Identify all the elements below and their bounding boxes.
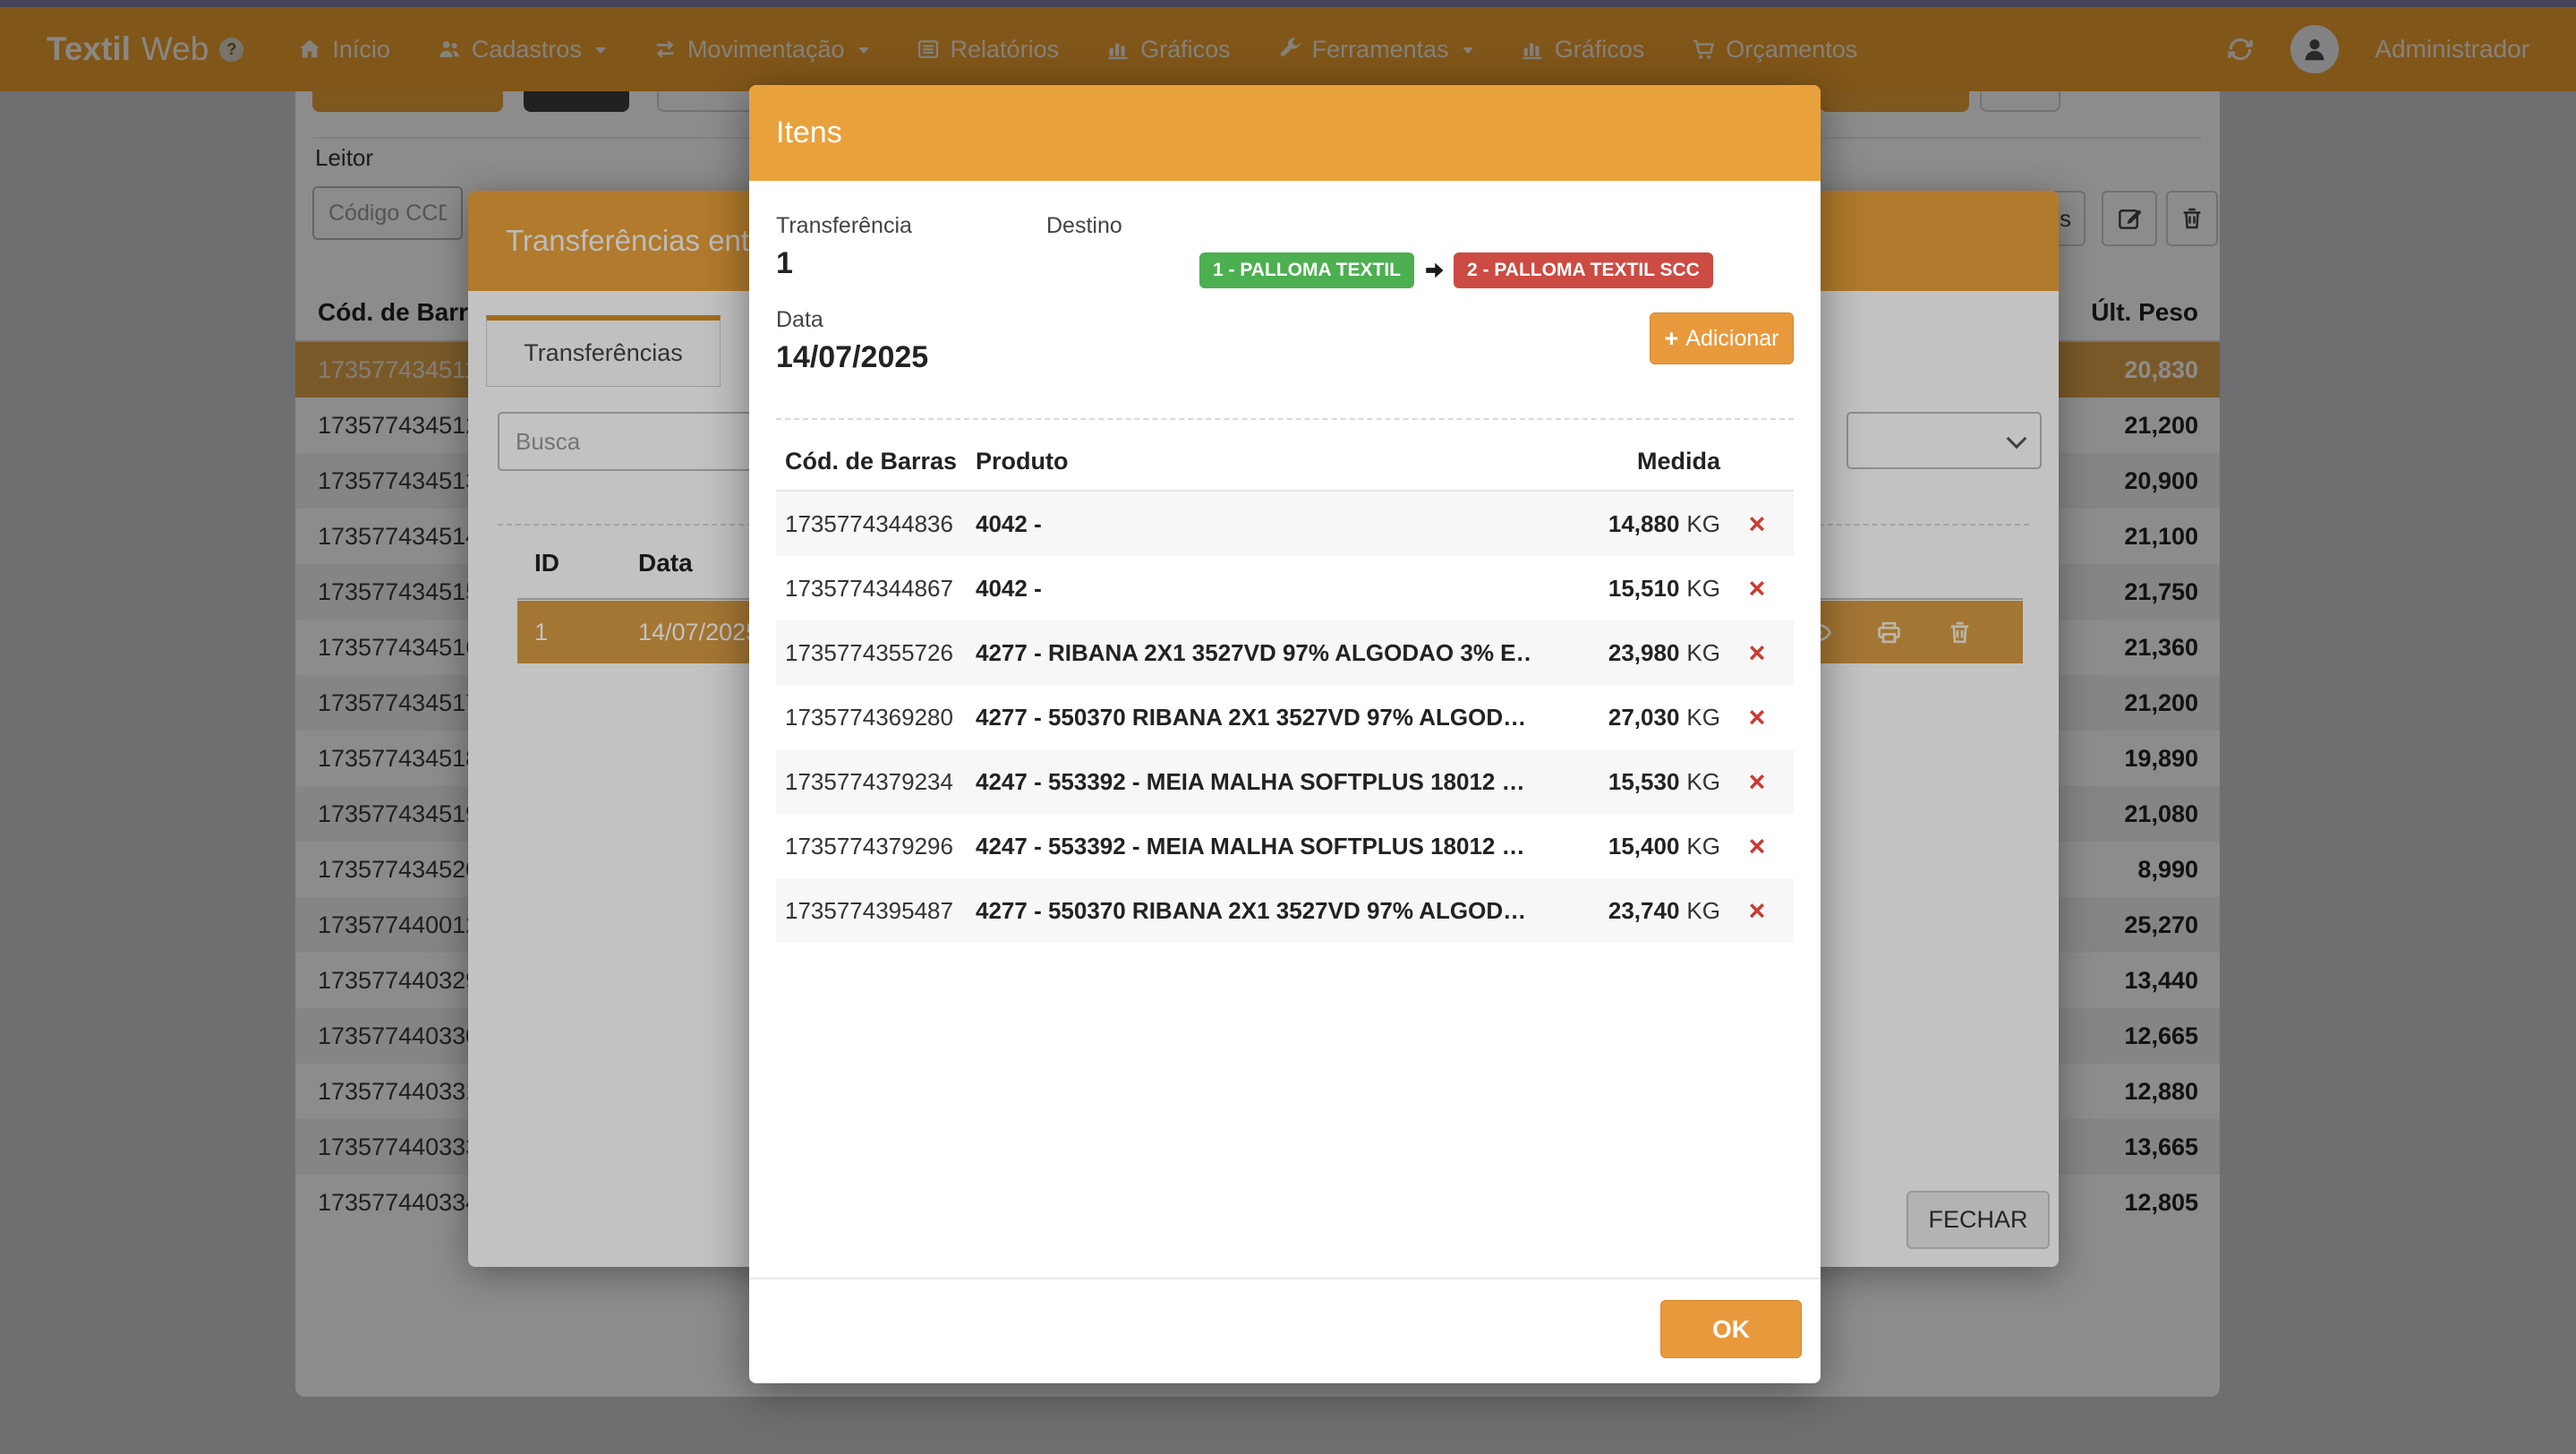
remove-item-icon[interactable]: ×	[1720, 508, 1794, 541]
destino-badges: 1 - PALLOMA TEXTIL 2 - PALLOMA TEXTIL SC…	[1199, 252, 1713, 288]
unit-label: KG	[1686, 575, 1720, 602]
item-row: 1735774379296 4247 - 553392 - MEIA MALHA…	[776, 814, 1794, 878]
barcode-cell: 1735774355726	[776, 639, 976, 667]
plus-icon: +	[1664, 325, 1678, 353]
app-root: TextilWeb ? Início Cadastros Movimentaçã…	[0, 0, 2576, 1454]
remove-item-icon[interactable]: ×	[1720, 830, 1794, 863]
medida-cell: 15,510KG	[1531, 575, 1720, 603]
divider	[749, 1278, 1821, 1279]
medida-cell: 14,880KG	[1531, 510, 1720, 538]
unit-label: KG	[1686, 897, 1720, 924]
itens-modal: Itens Transferência 1 Destino 1 - PALLOM…	[749, 85, 1821, 1383]
itens-table-header: Cód. de Barras Produto Medida	[776, 448, 1794, 488]
item-row: 1735774355726 4277 - RIBANA 2X1 3527VD 9…	[776, 620, 1794, 685]
medida-cell: 27,030KG	[1531, 704, 1720, 731]
adicionar-button[interactable]: + Adicionar	[1650, 312, 1794, 364]
arrow-right-icon	[1421, 258, 1446, 283]
item-row: 1735774379234 4247 - 553392 - MEIA MALHA…	[776, 749, 1794, 814]
transferencia-label: Transferência	[776, 213, 912, 239]
ok-button[interactable]: OK	[1660, 1300, 1802, 1358]
produto-cell: 4042 -	[976, 510, 1531, 538]
barcode-cell: 1735774395487	[776, 897, 976, 925]
produto-cell: 4277 - 550370 RIBANA 2X1 3527VD 97% ALGO…	[976, 897, 1531, 925]
col-medida: Medida	[1637, 448, 1720, 475]
medida-cell: 15,400KG	[1531, 833, 1720, 860]
data-label: Data	[776, 307, 823, 333]
unit-label: KG	[1686, 510, 1720, 537]
barcode-cell: 1735774379234	[776, 768, 976, 796]
produto-cell: 4247 - 553392 - MEIA MALHA SOFTPLUS 1801…	[976, 768, 1531, 796]
transferencia-value: 1	[776, 246, 793, 281]
item-row: 1735774395487 4277 - 550370 RIBANA 2X1 3…	[776, 878, 1794, 943]
remove-item-icon[interactable]: ×	[1720, 637, 1794, 670]
unit-label: KG	[1686, 704, 1720, 731]
divider	[776, 418, 1794, 420]
medida-cell: 23,980KG	[1531, 639, 1720, 667]
origin-badge: 1 - PALLOMA TEXTIL	[1199, 252, 1414, 288]
remove-item-icon[interactable]: ×	[1720, 572, 1794, 605]
barcode-cell: 1735774369280	[776, 704, 976, 731]
remove-item-icon[interactable]: ×	[1720, 765, 1794, 799]
col-barcode: Cód. de Barras	[785, 448, 957, 475]
barcode-cell: 1735774379296	[776, 833, 976, 860]
medida-cell: 23,740KG	[1531, 897, 1720, 925]
remove-item-icon[interactable]: ×	[1720, 701, 1794, 734]
unit-label: KG	[1686, 768, 1720, 795]
unit-label: KG	[1686, 833, 1720, 860]
item-row: 1735774344867 4042 - 15,510KG ×	[776, 556, 1794, 620]
remove-item-icon[interactable]: ×	[1720, 894, 1794, 928]
produto-cell: 4042 -	[976, 575, 1531, 603]
destino-label: Destino	[1046, 213, 1122, 239]
medida-cell: 15,530KG	[1531, 768, 1720, 796]
itens-table: 1735774344836 4042 - 14,880KG × 17357743…	[776, 492, 1794, 943]
col-produto: Produto	[976, 448, 1068, 475]
produto-cell: 4277 - RIBANA 2X1 3527VD 97% ALGODAO 3% …	[976, 639, 1531, 667]
itens-modal-header: Itens	[749, 85, 1821, 181]
adicionar-label: Adicionar	[1685, 326, 1778, 352]
item-row: 1735774369280 4277 - 550370 RIBANA 2X1 3…	[776, 685, 1794, 749]
barcode-cell: 1735774344836	[776, 510, 976, 538]
data-value: 14/07/2025	[776, 340, 928, 375]
destination-badge: 2 - PALLOMA TEXTIL SCC	[1454, 252, 1713, 288]
unit-label: KG	[1686, 639, 1720, 666]
itens-modal-title: Itens	[776, 115, 842, 150]
item-row: 1735774344836 4042 - 14,880KG ×	[776, 492, 1794, 556]
produto-cell: 4277 - 550370 RIBANA 2X1 3527VD 97% ALGO…	[976, 704, 1531, 731]
produto-cell: 4247 - 553392 - MEIA MALHA SOFTPLUS 1801…	[976, 833, 1531, 860]
barcode-cell: 1735774344867	[776, 575, 976, 603]
